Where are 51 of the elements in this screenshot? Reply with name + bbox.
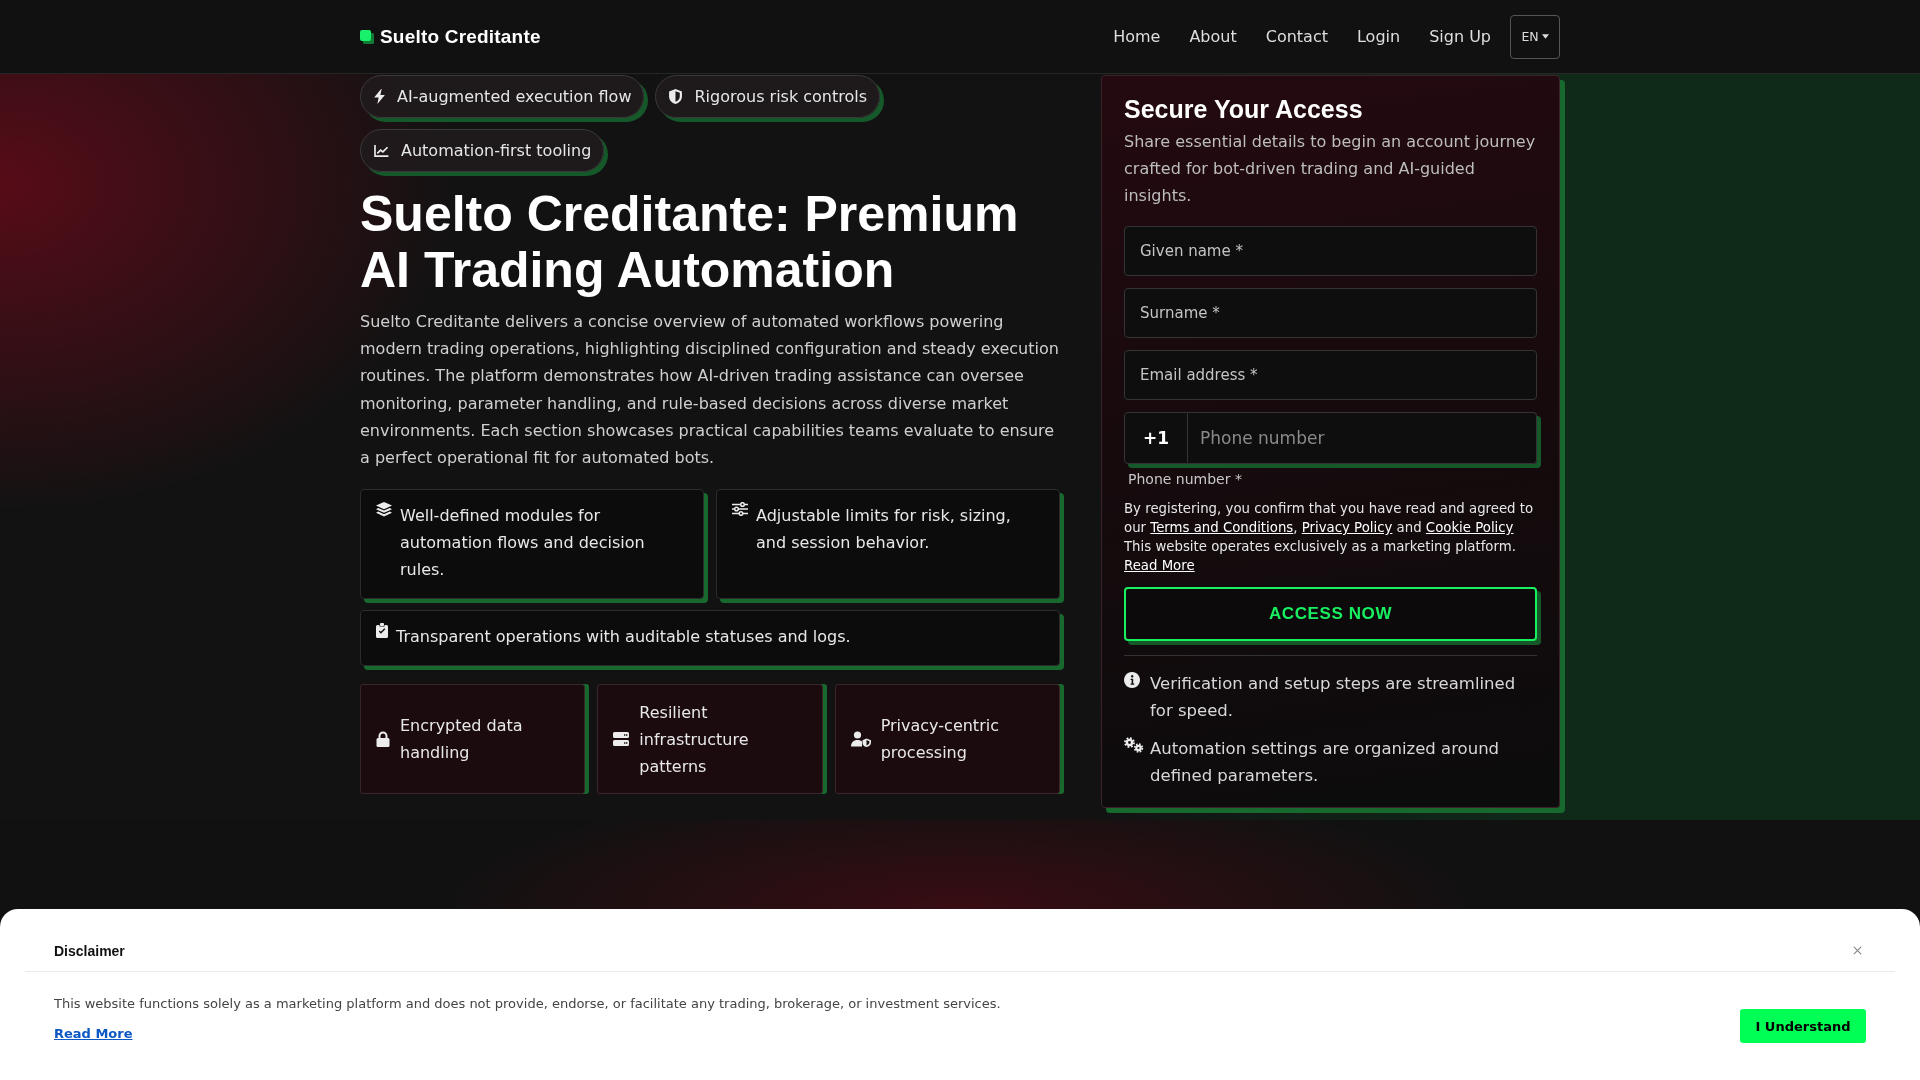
- highlight-text: Resilient infrastructure patterns: [639, 701, 750, 778]
- hero-description: Suelto Creditante delivers a concise overview of automated workflows powering modern trading operations, highlighting disciplined configuration and steady execution routines. The platform demonstrates how AI-driven trading assistance can oversee monitoring, parameter handling, and rule-based decisions across diverse market environments. Each section showcases practical capabilities teams evaluate to ensure a perfect operational fit for automated bots.: [360, 311, 1060, 469]
- read-more-link[interactable]: Read More: [54, 1024, 133, 1044]
- caret-icon: [1541, 34, 1549, 39]
- feature-text: Well-defined modules for automation flows and decision rules.: [400, 505, 646, 582]
- highlight-text: Encrypted data handling: [400, 715, 524, 765]
- disclaimer-title: Disclaimer: [54, 942, 125, 959]
- input-field[interactable]: Surname *: [1124, 288, 1537, 338]
- highlight-text: Privacy-centric processing: [880, 715, 1000, 765]
- layers-icon: [376, 502, 392, 518]
- text-link[interactable]: Privacy Policy: [1301, 520, 1393, 535]
- gears-icon: [1124, 737, 1144, 753]
- user-shield-icon: [850, 731, 871, 748]
- nav-link[interactable]: Login: [1356, 27, 1401, 46]
- phone-field[interactable]: Phone number: [1188, 412, 1537, 464]
- form-title: Secure Your Access: [1124, 94, 1364, 125]
- info-icon: [1124, 672, 1140, 688]
- text-link[interactable]: Cookie Policy: [1425, 520, 1514, 535]
- nav-link[interactable]: Sign Up: [1429, 27, 1491, 46]
- accept-button[interactable]: I Understand: [1740, 1009, 1866, 1043]
- chip-label: Automation-first tooling: [401, 141, 592, 160]
- note-text: Verification and setup steps are streamlined for speed.: [1150, 673, 1517, 722]
- input-field[interactable]: Email address *: [1124, 350, 1537, 400]
- nav-link[interactable]: Home: [1113, 27, 1161, 46]
- text-link[interactable]: Terms and Conditions: [1150, 520, 1294, 535]
- nav-link[interactable]: About: [1189, 27, 1237, 46]
- phone-label: Phone number *: [1127, 470, 1243, 488]
- text-link[interactable]: Read More: [1124, 558, 1195, 573]
- note-text: Automation settings are organized around defined parameters.: [1150, 738, 1501, 787]
- consent-text: By registering, you confirm that you have read and agreed to our Terms and Conditions, Privacy Policy and Cookie Policy This website operates exclusively as a marketing platform. Read More: [1124, 500, 1535, 575]
- country-code[interactable]: +1: [1124, 412, 1188, 464]
- disclaimer-text: This website functions solely as a marketing platform and does not provide, endorse, or facilitate any trading, brokerage, or investment services.: [54, 995, 1001, 1013]
- chip-label: Rigorous risk controls: [694, 87, 868, 106]
- shield-icon: [669, 89, 683, 104]
- sliders-icon: [732, 502, 748, 517]
- chip-label: AI-augmented execution flow: [397, 87, 632, 106]
- brand-name: Suelto Creditante: [380, 25, 541, 48]
- lightning-bolt-icon: [374, 89, 385, 104]
- language-button[interactable]: EN: [1510, 14, 1560, 59]
- hero-title: Suelto Creditante: Premium AI Trading Automation: [360, 186, 1020, 298]
- server-icon: [613, 732, 630, 747]
- logo-icon: [360, 29, 374, 44]
- padlock-icon: [376, 731, 390, 748]
- feature-text: Adjustable limits for risk, sizing, and session behavior.: [756, 505, 1012, 555]
- clipboard-check-icon: [376, 623, 388, 639]
- close-icon: [1852, 946, 1862, 955]
- feature-text: Transparent operations with auditable statuses and logs.: [396, 626, 851, 649]
- nav-link[interactable]: Contact: [1265, 27, 1328, 46]
- line-chart-icon: [374, 144, 389, 157]
- form-description: Share essential details to begin an account journey crafted for bot-driven trading and AI-guided insights.: [1124, 131, 1537, 207]
- input-field[interactable]: Given name *: [1124, 226, 1537, 276]
